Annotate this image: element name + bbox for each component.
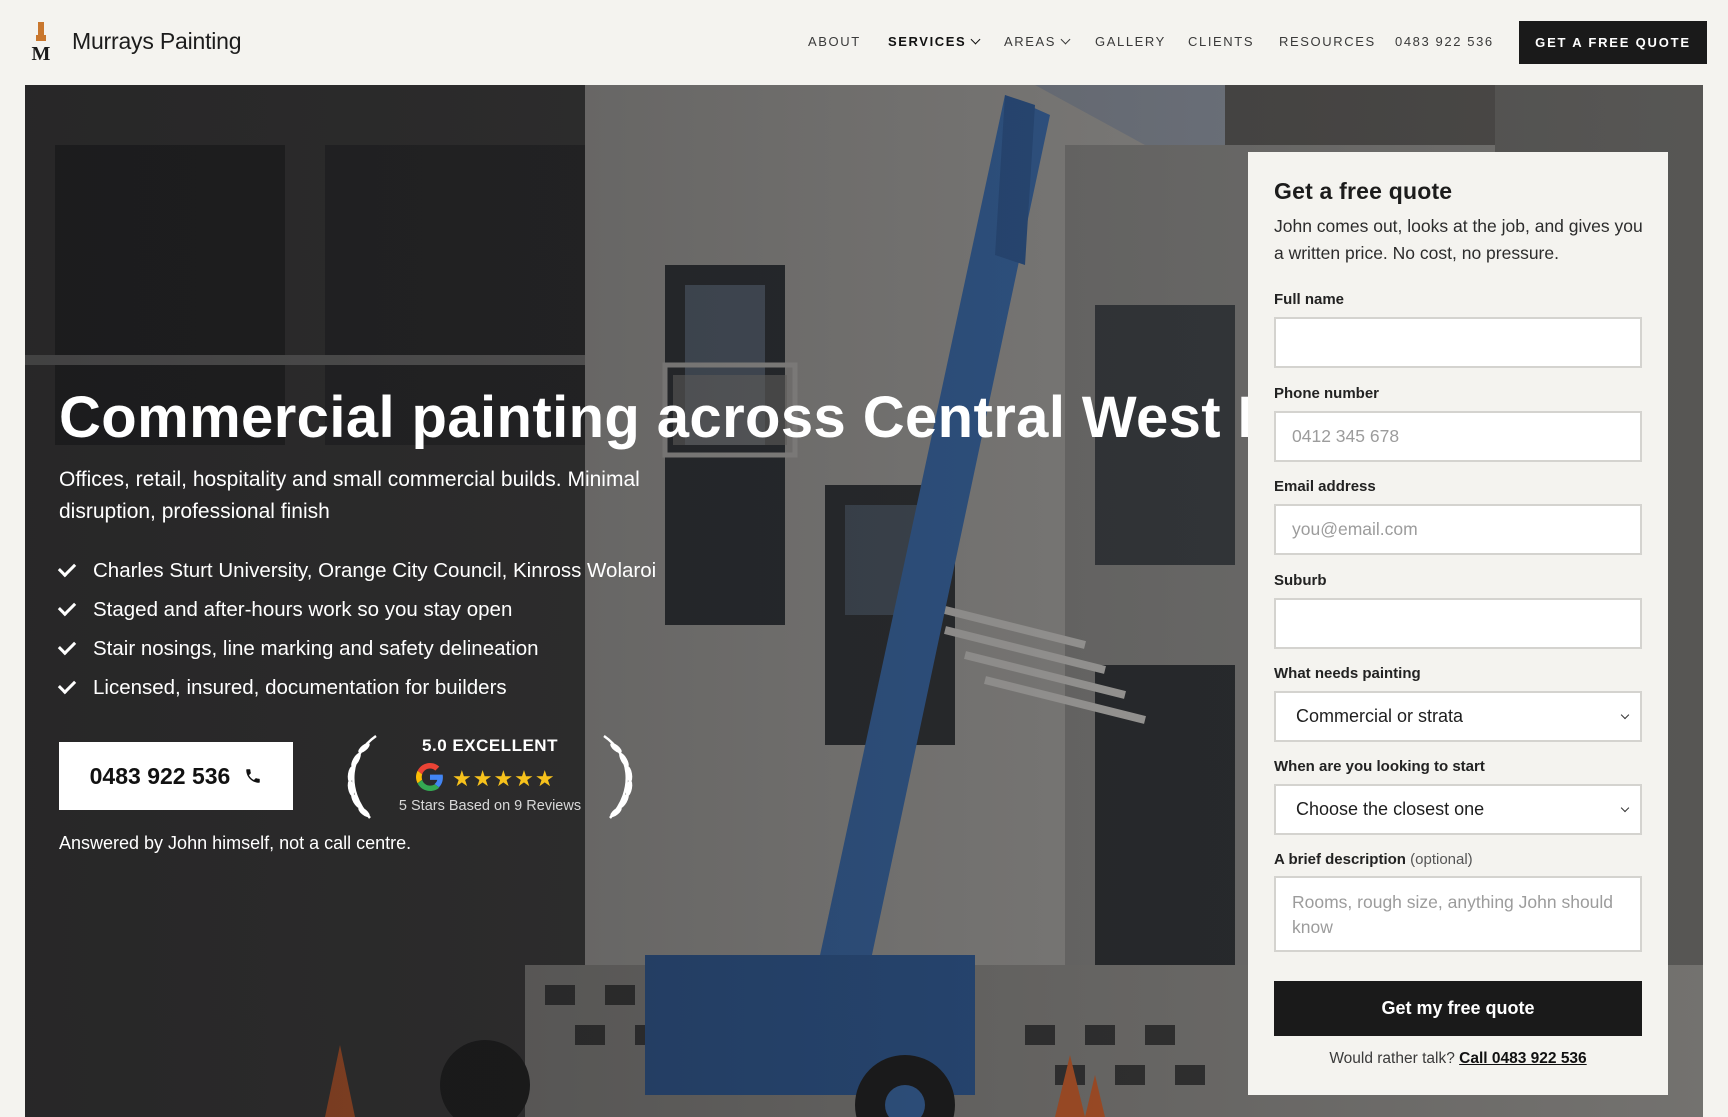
call-phone-label: 0483 922 536 [89,762,231,789]
chevron-down-icon [1620,710,1630,720]
answered-note: Answered by John himself, not a call cen… [59,833,412,853]
get-free-quote-button[interactable]: GET A FREE QUOTE [1519,21,1707,64]
check-icon [57,597,77,617]
svg-text:M: M [32,43,51,62]
when-start-label: When are you looking to start [1274,758,1485,775]
what-painting-label: What needs painting [1274,665,1421,682]
nav-about[interactable]: About [808,34,861,49]
talk-prefix: Would rather talk? [1329,1050,1455,1067]
chevron-down-icon [1060,34,1071,45]
nav-phone[interactable]: 0483 922 536 [1395,34,1494,49]
check-text: Charles Sturt University, Orange City Co… [93,558,657,582]
nav-gallery[interactable]: Gallery [1095,34,1166,49]
check-item: Staged and after-hours work so you stay … [57,590,656,629]
check-text: Stair nosings, line marking and safety d… [93,636,539,660]
what-painting-value: Commercial or strata [1296,706,1464,726]
when-start-select[interactable]: Choose the closest one [1274,784,1642,835]
hero-subtitle: Offices, retail, hospitality and small c… [59,468,640,523]
check-icon [57,636,77,656]
phone-label: Phone number [1274,385,1380,402]
nav-services-label: Services [888,34,967,49]
call-link[interactable]: Call 0483 922 536 [1459,1050,1587,1067]
hero-checklist: Charles Sturt University, Orange City Co… [57,551,657,707]
google-rating-badge[interactable]: 5.0 EXCELLENT ★★★★★ 5 Stars Based on 9 R… [340,730,640,822]
submit-quote-button[interactable]: Get my free quote [1274,981,1642,1036]
check-item: Charles Sturt University, Orange City Co… [57,551,657,590]
hero-section: Commercial painting across Central West … [25,85,1703,1117]
quote-form-card: Get a free quote John comes out, looks a… [1248,152,1668,1095]
full-name-label: Full name [1274,291,1345,308]
brand-name[interactable]: Murrays Painting [72,28,242,55]
what-painting-select[interactable]: Commercial or strata [1274,691,1642,742]
nav-areas-label: Areas [1004,34,1057,49]
hero-title: Commercial painting across Central West … [59,385,1375,450]
nav-services[interactable]: Services [888,34,981,49]
suburb-label: Suburb [1274,572,1327,589]
talk-line: Would rather talk? Call 0483 922 536 [1248,1050,1668,1068]
phone-input[interactable] [1274,411,1642,462]
chevron-down-icon [1620,803,1630,813]
email-label: Email address [1274,478,1376,495]
suburb-input[interactable] [1274,598,1642,649]
google-g-icon [416,763,443,791]
nav-areas[interactable]: Areas [1004,34,1071,49]
phone-icon [246,769,261,783]
brush-logo-icon[interactable]: M [30,22,52,62]
optional-tag: (optional) [1410,851,1473,868]
check-icon [57,675,77,695]
form-intro: John comes out, looks at the job, and gi… [1274,216,1643,263]
check-text: Staged and after-hours work so you stay … [93,597,513,621]
nav-resources[interactable]: Resources [1279,34,1376,49]
check-item: Licensed, insured, documentation for bui… [57,668,656,707]
check-item: Stair nosings, line marking and safety d… [57,629,656,668]
full-name-input[interactable] [1274,317,1642,368]
rating-headline: 5.0 EXCELLENT [422,736,558,755]
description-textarea[interactable] [1274,876,1642,952]
check-icon [57,558,77,578]
rating-based-on: 5 Stars Based on 9 Reviews [398,798,582,814]
check-text: Licensed, insured, documentation for bui… [93,675,507,699]
chevron-down-icon [970,34,981,45]
when-start-value: Choose the closest one [1296,799,1485,819]
form-title: Get a free quote [1274,178,1453,204]
call-phone-button[interactable]: 0483 922 536 [59,742,293,810]
email-input[interactable] [1274,504,1642,555]
description-label: A brief description (optional) [1274,851,1473,868]
nav-clients[interactable]: Clients [1188,34,1254,49]
rating-stars: ★★★★★ [452,766,556,791]
description-label-text: A brief description [1274,851,1406,868]
site-header: M Murrays Painting About Services Areas … [0,0,1728,85]
